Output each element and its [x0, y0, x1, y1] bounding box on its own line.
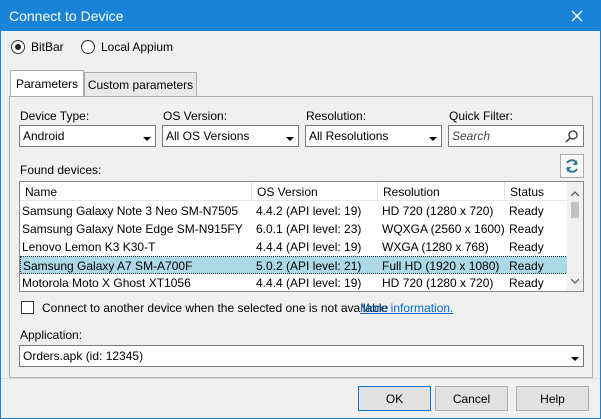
tab-custom-parameters-label: Custom parameters	[87, 77, 194, 92]
radio-unchecked-icon[interactable]	[81, 40, 95, 54]
device-name-cell: Lenovo Lemon K3 K30-T	[22, 240, 156, 254]
table-header: Name OS Version Resolution Status	[20, 182, 568, 201]
reconnect-checkbox[interactable]	[21, 301, 34, 314]
scroll-down-icon[interactable]	[570, 273, 580, 287]
help-button[interactable]: Help	[516, 386, 589, 411]
tab-custom-parameters[interactable]: Custom parameters	[84, 72, 197, 96]
column-header-name[interactable]: Name	[20, 182, 252, 201]
device-resolution-cell: WXGA (1280 x 768)	[382, 240, 489, 254]
tab-parameters-label: Parameters	[15, 76, 79, 91]
os-version-select[interactable]: All OS Versions	[162, 125, 299, 147]
column-resolution-label: Resolution	[383, 184, 440, 199]
device-os-cell: 4.4.4 (API level: 19)	[256, 240, 362, 254]
refresh-icon	[566, 159, 578, 173]
radio-local-appium-label: Local Appium	[101, 40, 174, 54]
device-name-cell: Motorola Moto X Ghost XT1056	[22, 276, 191, 290]
chevron-down-icon	[429, 132, 437, 146]
chevron-down-icon	[286, 132, 294, 146]
device-status-cell: Ready	[509, 204, 544, 218]
help-button-label: Help	[540, 391, 565, 406]
radio-local-appium[interactable]: Local Appium	[81, 40, 173, 54]
table-row-selected[interactable]: Samsung Galaxy A7 SM-A700F 5.0.2 (API le…	[20, 256, 568, 274]
table-row[interactable]: Samsung Galaxy Note 3 Neo SM-N7505 4.4.2…	[20, 202, 568, 220]
chevron-down-icon	[143, 132, 151, 146]
device-type-label: Device Type:	[20, 109, 90, 123]
column-header-os-version[interactable]: OS Version	[252, 182, 378, 201]
quick-filter-label: Quick Filter:	[449, 109, 514, 123]
table-row[interactable]: Samsung Galaxy Note Edge SM-N915FY 6.0.1…	[20, 220, 568, 238]
device-os-cell: 4.4.2 (API level: 19)	[256, 204, 362, 218]
cancel-button-label: Cancel	[452, 391, 491, 406]
device-status-cell: Ready	[509, 240, 544, 254]
table-row[interactable]: Motorola Moto X Ghost XT1056 4.4.4 (API …	[20, 274, 568, 291]
device-status-cell: Ready	[509, 276, 544, 290]
device-type-value: Android	[23, 129, 65, 143]
column-header-resolution[interactable]: Resolution	[378, 182, 505, 201]
refresh-button[interactable]	[560, 154, 584, 178]
reconnect-label: Connect to another device when the selec…	[42, 301, 389, 315]
quick-filter-placeholder: Search	[452, 129, 491, 143]
radio-checked-icon[interactable]	[11, 40, 25, 54]
ok-button-label: OK	[385, 391, 404, 406]
column-name-label: Name	[25, 184, 58, 199]
application-select[interactable]: Orders.apk (id: 12345)	[19, 345, 584, 367]
table-row[interactable]: Lenovo Lemon K3 K30-T 4.4.4 (API level: …	[20, 238, 568, 256]
application-value: Orders.apk (id: 12345)	[23, 349, 144, 363]
column-header-status[interactable]: Status	[505, 182, 568, 201]
device-name-cell: Samsung Galaxy Note 3 Neo SM-N7505	[22, 204, 239, 218]
radio-bitbar[interactable]: BitBar	[11, 40, 64, 54]
resolution-value: All Resolutions	[309, 129, 389, 143]
device-os-cell: 6.0.1 (API level: 23)	[256, 222, 362, 236]
search-icon[interactable]	[565, 129, 579, 146]
column-os-version-label: OS Version	[257, 184, 318, 199]
resolution-label: Resolution:	[306, 109, 367, 123]
connect-dialog: Connect to Device BitBar Local Appium Pa…	[0, 0, 601, 419]
device-status-cell: Ready	[509, 259, 544, 273]
title-bar[interactable]: Connect to Device	[1, 1, 600, 31]
resolution-select[interactable]: All Resolutions	[305, 125, 442, 147]
tab-parameters[interactable]: Parameters	[10, 70, 84, 96]
scrollbar-thumb[interactable]	[571, 202, 579, 218]
device-status-cell: Ready	[509, 222, 544, 236]
column-status-label: Status	[510, 184, 545, 199]
os-version-value: All OS Versions	[166, 129, 250, 143]
devices-table[interactable]: Name OS Version Resolution Status Samsun…	[19, 181, 584, 292]
os-version-label: OS Version:	[163, 109, 228, 123]
more-information-link[interactable]: More information.	[360, 301, 453, 315]
table-scrollbar[interactable]	[567, 182, 583, 291]
window-title: Connect to Device	[9, 8, 124, 24]
scroll-up-icon[interactable]	[570, 186, 580, 200]
application-label: Application:	[20, 328, 83, 342]
close-icon[interactable]	[554, 1, 600, 31]
footer-divider	[1, 378, 600, 379]
found-devices-label: Found devices:	[20, 163, 102, 177]
device-os-cell: 5.0.2 (API level: 21)	[256, 259, 362, 273]
device-name-cell: Samsung Galaxy A7 SM-A700F	[23, 259, 193, 273]
device-type-select[interactable]: Android	[19, 125, 156, 147]
device-resolution-cell: HD 720 (1280 x 720)	[382, 276, 494, 290]
device-resolution-cell: HD 720 (1280 x 720)	[382, 204, 494, 218]
chevron-down-icon	[571, 352, 579, 366]
quick-filter-input[interactable]: Search	[448, 125, 584, 147]
radio-bitbar-label: BitBar	[31, 40, 64, 54]
cancel-button[interactable]: Cancel	[435, 386, 508, 411]
device-resolution-cell: WQXGA (2560 x 1600)	[382, 222, 505, 236]
ok-button[interactable]: OK	[358, 386, 431, 411]
device-name-cell: Samsung Galaxy Note Edge SM-N915FY	[22, 222, 243, 236]
device-os-cell: 4.4.4 (API level: 19)	[256, 276, 362, 290]
device-resolution-cell: Full HD (1920 x 1080)	[382, 259, 500, 273]
